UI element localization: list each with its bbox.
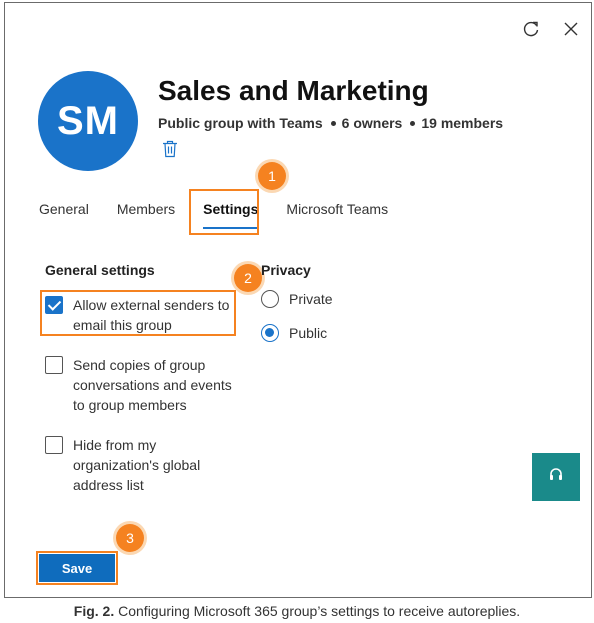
radio-label: Public (289, 325, 328, 341)
avatar: SM (38, 71, 138, 171)
allow-external-senders-option[interactable]: Allow external senders to email this gro… (45, 295, 235, 335)
panel-toolbar (521, 19, 581, 39)
members-count: 19 members (421, 115, 504, 131)
page-title: Sales and Marketing (158, 75, 429, 106)
figure-caption: Fig. 2. Configuring Microsoft 365 group’… (0, 603, 594, 619)
owners-count: 6 owners (341, 115, 403, 131)
checkbox-label: Send copies of group conversations and e… (73, 357, 232, 413)
send-copies-checkbox[interactable] (45, 356, 63, 374)
general-settings-heading: General settings (45, 262, 155, 278)
group-type: Public group with Teams (158, 115, 323, 131)
support-icon (547, 466, 565, 489)
trash-icon[interactable] (162, 140, 178, 158)
close-icon[interactable] (561, 19, 581, 39)
checkbox-label: Hide from my organization's global addre… (73, 437, 201, 493)
group-summary: Public group with Teams 6 owners 19 memb… (158, 115, 503, 131)
callout-box-settings (189, 189, 259, 235)
public-radio[interactable] (261, 324, 279, 342)
tab-microsoft-teams[interactable]: Microsoft Teams (286, 201, 388, 229)
tab-general[interactable]: General (39, 201, 89, 229)
caption-prefix: Fig. 2. (73, 603, 115, 619)
allow-external-senders-checkbox[interactable] (45, 296, 63, 314)
send-copies-option[interactable]: Send copies of group conversations and e… (45, 355, 235, 415)
callout-badge-3: 3 (116, 524, 144, 552)
privacy-private-option[interactable]: Private (261, 290, 333, 308)
callout-badge-2: 2 (234, 264, 262, 292)
group-settings-panel: SM Sales and Marketing Public group with… (4, 2, 592, 598)
separator-dot (410, 120, 416, 126)
separator-dot (330, 120, 336, 126)
save-button[interactable]: Save (39, 554, 115, 582)
tab-members[interactable]: Members (117, 201, 175, 229)
callout-badge-1: 1 (258, 162, 286, 190)
checkbox-label: Allow external senders to email this gro… (73, 297, 230, 333)
support-button[interactable] (532, 453, 580, 501)
private-radio[interactable] (261, 290, 279, 308)
hide-from-gal-option[interactable]: Hide from my organization's global addre… (45, 435, 215, 495)
privacy-public-option[interactable]: Public (261, 324, 327, 342)
caption-text: Configuring Microsoft 365 group’s settin… (118, 603, 521, 619)
hide-from-gal-checkbox[interactable] (45, 436, 63, 454)
refresh-icon[interactable] (521, 19, 541, 39)
radio-label: Private (289, 291, 333, 307)
privacy-heading: Privacy (261, 262, 311, 278)
